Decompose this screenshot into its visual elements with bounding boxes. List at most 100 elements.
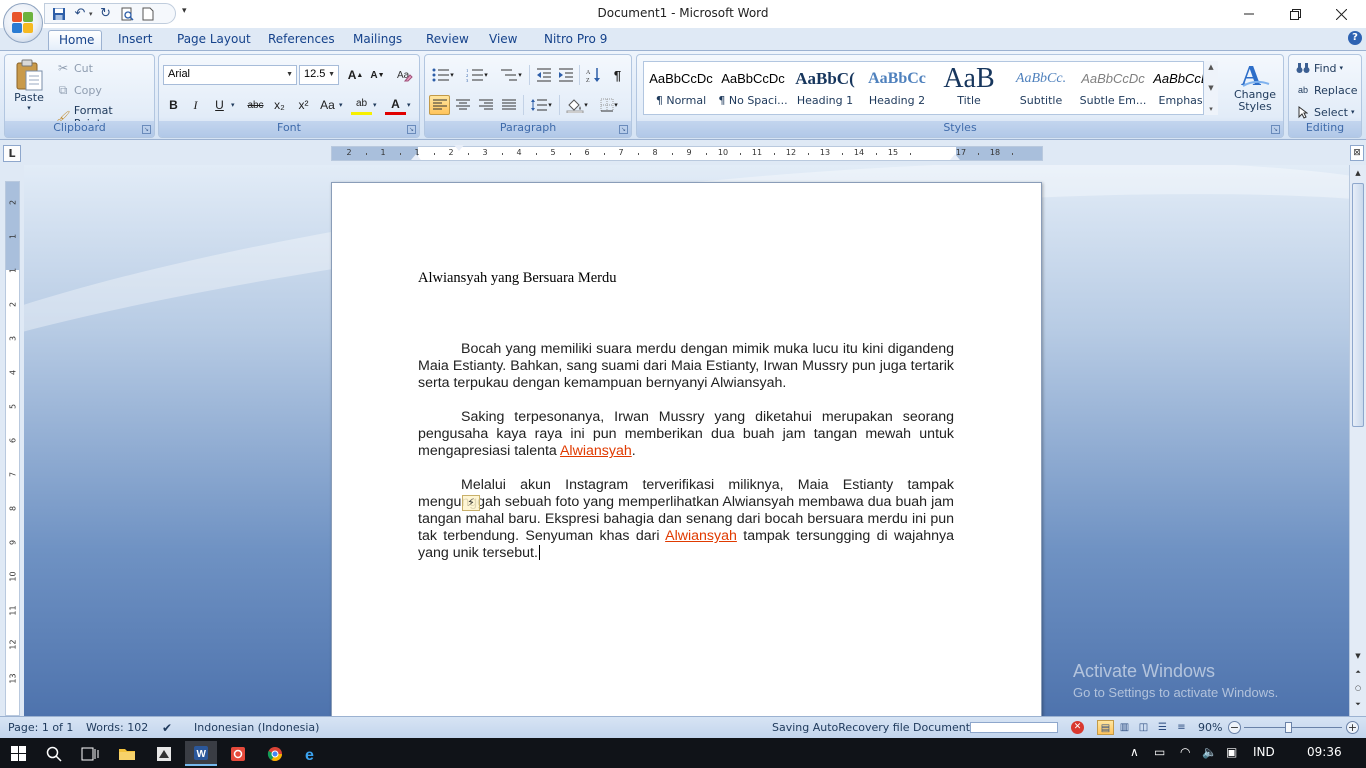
input-language[interactable]: IND bbox=[1253, 745, 1275, 759]
pdf-app-icon[interactable] bbox=[222, 741, 254, 766]
zoom-slider-track[interactable] bbox=[1244, 727, 1342, 728]
help-icon[interactable]: ? bbox=[1348, 31, 1362, 45]
replace-button[interactable]: ab Replace bbox=[1295, 82, 1358, 98]
gallery-more-icon[interactable]: ▾ bbox=[1209, 105, 1213, 113]
autocorrect-options-icon[interactable]: ⚡ bbox=[462, 495, 480, 511]
print-layout-view-button[interactable]: ▤ bbox=[1097, 720, 1114, 735]
draft-view-button[interactable]: ≡ bbox=[1173, 720, 1190, 735]
shrink-font-button[interactable]: A ▼ bbox=[367, 65, 388, 85]
text-highlight-button[interactable]: ab bbox=[351, 95, 372, 115]
underline-dropdown-icon[interactable]: ▾ bbox=[231, 101, 235, 109]
wifi-icon[interactable]: ◠ bbox=[1180, 745, 1190, 759]
minimize-button[interactable] bbox=[1226, 0, 1272, 28]
font-size-combo[interactable]: 12.5 ▼ bbox=[299, 65, 339, 85]
style-subtitle[interactable]: AaBbCc. Subtitle bbox=[1006, 64, 1076, 112]
tab-insert[interactable]: Insert bbox=[108, 30, 162, 50]
styles-gallery-scroll[interactable]: ▲ ▼ ▾ bbox=[1203, 61, 1218, 115]
app-icon[interactable] bbox=[148, 741, 180, 766]
battery-icon[interactable]: ▭ bbox=[1154, 745, 1165, 759]
view-ruler-button[interactable]: ⊠ bbox=[1350, 145, 1364, 161]
spelling-error-word[interactable]: Alwiansyah bbox=[665, 528, 737, 544]
style-heading-1[interactable]: AaBbC( Heading 1 bbox=[790, 64, 860, 112]
show-formatting-marks-button[interactable]: ¶ bbox=[607, 65, 628, 85]
gallery-up-icon[interactable]: ▲ bbox=[1208, 63, 1213, 71]
zoom-out-icon[interactable]: − bbox=[1228, 721, 1241, 734]
proofing-icon[interactable]: ✔ bbox=[162, 721, 172, 735]
clock[interactable]: 09:36 bbox=[1307, 745, 1342, 759]
show-hidden-icons-icon[interactable]: ∧ bbox=[1130, 745, 1139, 759]
word-count[interactable]: Words: 102 bbox=[86, 721, 148, 734]
styles-dialog-launcher-icon[interactable]: ↘ bbox=[1271, 125, 1280, 134]
chrome-icon[interactable] bbox=[259, 741, 291, 766]
shading-button[interactable]: ▾ bbox=[563, 95, 591, 115]
tab-mailings[interactable]: Mailings bbox=[343, 30, 412, 50]
tab-nitro-pro[interactable]: Nitro Pro 9 bbox=[534, 30, 617, 50]
hanging-indent-marker[interactable] bbox=[411, 154, 421, 160]
subscript-button[interactable]: x₂ bbox=[269, 95, 290, 115]
sort-button[interactable]: AZ bbox=[583, 65, 604, 85]
first-line-indent-marker[interactable] bbox=[454, 145, 464, 151]
multilevel-list-button[interactable]: ▾ bbox=[497, 65, 525, 85]
style-no-spacing[interactable]: AaBbCcDc ¶ No Spaci... bbox=[718, 64, 788, 112]
language-indicator[interactable]: Indonesian (Indonesia) bbox=[194, 721, 319, 734]
underline-button[interactable]: U bbox=[209, 95, 230, 115]
document-page[interactable]: Alwiansyah yang Bersuara Merdu Bocah yan… bbox=[331, 182, 1042, 722]
restore-button[interactable] bbox=[1272, 0, 1318, 28]
scroll-down-icon[interactable]: ▼ bbox=[1351, 649, 1365, 663]
align-right-button[interactable] bbox=[475, 95, 496, 115]
increase-indent-button[interactable] bbox=[555, 65, 576, 85]
scroll-thumb[interactable] bbox=[1352, 183, 1364, 427]
tab-review[interactable]: Review bbox=[416, 30, 479, 50]
font-color-dropdown-icon[interactable]: ▾ bbox=[407, 101, 411, 109]
tab-stop-selector[interactable]: L bbox=[3, 145, 21, 162]
spelling-error-word[interactable]: Alwiansyah bbox=[560, 443, 632, 459]
zoom-in-icon[interactable]: + bbox=[1346, 721, 1359, 734]
font-color-button[interactable]: A bbox=[385, 95, 406, 115]
gallery-down-icon[interactable]: ▼ bbox=[1208, 84, 1213, 92]
vertical-ruler[interactable]: 2 1 1 2 3 4 5 6 7 8 9 10 11 12 13 bbox=[5, 181, 20, 716]
superscript-button[interactable]: x² bbox=[293, 95, 314, 115]
copy-button[interactable]: ⧉ Copy bbox=[55, 82, 102, 98]
cut-button[interactable]: ✂ Cut bbox=[55, 60, 93, 76]
change-case-button[interactable]: Aa bbox=[317, 95, 338, 115]
tab-home[interactable]: Home bbox=[48, 30, 102, 50]
cancel-save-icon[interactable]: ✕ bbox=[1071, 721, 1084, 734]
office-button[interactable] bbox=[3, 3, 43, 43]
next-page-icon[interactable]: ⏷ bbox=[1351, 697, 1365, 711]
horizontal-ruler[interactable]: 2 1 1 2 3 4 5 6 7 8 9 10 11 12 13 14 15 17 18 bbox=[331, 146, 1043, 161]
font-name-combo[interactable]: Arial ▼ bbox=[163, 65, 297, 85]
tab-view[interactable]: View bbox=[479, 30, 527, 50]
bold-button[interactable]: B bbox=[163, 95, 184, 115]
volume-icon[interactable]: 🔈 bbox=[1202, 745, 1217, 759]
bullets-button[interactable]: ▾ bbox=[429, 65, 457, 85]
zoom-slider-thumb[interactable] bbox=[1285, 722, 1292, 733]
find-button[interactable]: Find ▾ bbox=[1295, 60, 1343, 76]
scroll-up-icon[interactable]: ▲ bbox=[1351, 166, 1365, 180]
decrease-indent-button[interactable] bbox=[533, 65, 554, 85]
select-browse-object-icon[interactable]: ○ bbox=[1351, 681, 1365, 695]
action-center-icon[interactable]: ▣ bbox=[1226, 745, 1237, 759]
style-normal[interactable]: AaBbCcDc ¶ Normal bbox=[646, 64, 716, 112]
style-heading-2[interactable]: AaBbCc Heading 2 bbox=[862, 64, 932, 112]
italic-button[interactable]: I bbox=[185, 95, 206, 115]
paragraph-dialog-launcher-icon[interactable]: ↘ bbox=[619, 125, 628, 134]
select-button[interactable]: Select ▾ bbox=[1295, 104, 1354, 120]
word-taskbar-icon[interactable]: W bbox=[185, 741, 217, 766]
paste-button[interactable]: Paste ▾ bbox=[11, 59, 47, 117]
borders-button[interactable]: ▾ bbox=[595, 95, 623, 115]
align-center-button[interactable] bbox=[452, 95, 473, 115]
numbering-button[interactable]: 123 ▾ bbox=[463, 65, 491, 85]
page-count[interactable]: Page: 1 of 1 bbox=[8, 721, 73, 734]
outline-view-button[interactable]: ☰ bbox=[1154, 720, 1171, 735]
change-styles-button[interactable]: A Change Styles bbox=[1229, 59, 1281, 119]
style-subtle-emphasis[interactable]: AaBbCcDc Subtle Em... bbox=[1078, 64, 1148, 112]
zoom-level[interactable]: 90% bbox=[1198, 721, 1222, 734]
line-spacing-button[interactable]: ▾ bbox=[527, 95, 555, 115]
grow-font-button[interactable]: A ▲ bbox=[345, 65, 366, 85]
clear-formatting-button[interactable]: Aa bbox=[394, 65, 415, 85]
align-left-button[interactable] bbox=[429, 95, 450, 115]
right-indent-marker[interactable] bbox=[950, 154, 960, 160]
tab-references[interactable]: References bbox=[258, 30, 345, 50]
clipboard-dialog-launcher-icon[interactable]: ↘ bbox=[142, 125, 151, 134]
close-button[interactable] bbox=[1318, 0, 1364, 28]
